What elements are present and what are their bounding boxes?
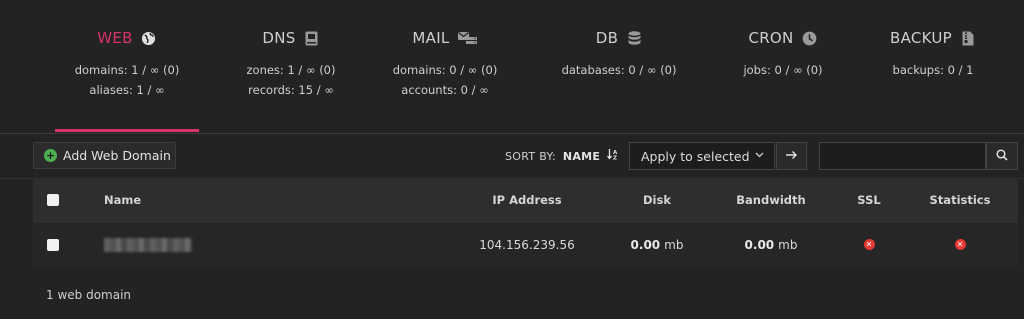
- tab-dns[interactable]: DNS zones: 1 / ∞ (0) records: 15 / ∞: [219, 0, 363, 134]
- search-icon: [996, 148, 1008, 164]
- svg-text:Z: Z: [613, 156, 617, 161]
- statistics-disabled-icon: ✕: [954, 239, 966, 250]
- row-bandwidth-value: 0.00: [744, 237, 775, 252]
- tab-cron-label: CRON: [748, 29, 794, 47]
- book-icon: [304, 30, 320, 46]
- active-tab-indicator: [55, 129, 199, 132]
- tab-backup-label: BACKUP: [889, 29, 953, 47]
- tab-db-databases: databases: 0 / ∞ (0): [561, 63, 677, 77]
- header-bandwidth: Bandwidth: [736, 193, 806, 207]
- arrow-right-icon: [785, 148, 798, 164]
- table-row[interactable]: 104.156.239.56 0.00 mb 0.00 mb ✕ ✕: [33, 222, 1018, 266]
- tab-dns-label: DNS: [262, 29, 296, 47]
- database-icon: [626, 30, 642, 46]
- sort-prefix: SORT BY:: [505, 150, 557, 163]
- select-all-checkbox[interactable]: [47, 194, 59, 206]
- table-header: Name IP Address Disk Bandwidth SSL Stati…: [33, 178, 1018, 222]
- row-disk-value: 0.00: [630, 237, 661, 252]
- sort-field: NAME: [562, 150, 601, 163]
- sort-control[interactable]: SORT BY: NAME AZ: [505, 149, 619, 163]
- domain-name-redacted[interactable]: [104, 237, 192, 252]
- row-bandwidth: 0.00 mb: [721, 223, 821, 266]
- tab-backup-backups: backups: 0 / 1: [892, 63, 974, 77]
- tab-web-aliases: aliases: 1 / ∞: [89, 83, 165, 97]
- tab-web[interactable]: WEB domains: 1 / ∞ (0) aliases: 1 / ∞: [55, 0, 199, 134]
- tab-mail-domains: domains: 0 / ∞ (0): [392, 63, 498, 77]
- clock-icon: [802, 30, 818, 46]
- row-checkbox[interactable]: [47, 238, 59, 251]
- row-ip: 104.156.239.56: [479, 237, 575, 252]
- apply-button[interactable]: [776, 142, 807, 170]
- globe-icon: [141, 30, 157, 46]
- web-domains-table: Name IP Address Disk Bandwidth SSL Stati…: [33, 178, 1018, 266]
- file-archive-icon: [960, 30, 976, 46]
- resource-tabs: WEB domains: 1 / ∞ (0) aliases: 1 / ∞ DN…: [0, 0, 1024, 134]
- tab-dns-records: records: 15 / ∞: [248, 83, 334, 97]
- tab-mail-label: MAIL: [412, 29, 450, 47]
- add-web-domain-button[interactable]: + Add Web Domain: [33, 142, 176, 169]
- header-disk: Disk: [643, 193, 671, 207]
- tab-db[interactable]: DB databases: 0 / ∞ (0): [547, 0, 691, 134]
- ssl-disabled-icon: ✕: [863, 239, 875, 250]
- header-statistics: Statistics: [929, 193, 991, 207]
- bulk-action-value: Apply to selected: [641, 148, 750, 164]
- tab-mail-accounts: accounts: 0 / ∞: [401, 83, 489, 97]
- header-ip: IP Address: [492, 193, 562, 207]
- tab-mail[interactable]: MAIL domains: 0 / ∞ (0) accounts: 0 / ∞: [373, 0, 517, 134]
- search-button[interactable]: [986, 142, 1018, 170]
- row-disk: 0.00 mb: [617, 223, 697, 266]
- tab-cron[interactable]: CRON jobs: 0 / ∞ (0): [711, 0, 855, 134]
- bulk-action-select[interactable]: Apply to selected: [629, 142, 775, 170]
- chevron-down-icon: [755, 150, 764, 162]
- search-input[interactable]: [819, 142, 986, 170]
- add-web-domain-label: Add Web Domain: [63, 148, 171, 163]
- header-name[interactable]: Name: [104, 178, 141, 222]
- row-disk-unit: mb: [664, 237, 684, 252]
- tab-web-domains: domains: 1 / ∞ (0): [74, 63, 180, 77]
- mail-server-icon: [457, 30, 478, 46]
- toolbar: + Add Web Domain SORT BY: NAME AZ Apply …: [0, 134, 1024, 178]
- sort-alpha-desc-icon: AZ: [606, 149, 619, 163]
- header-ssl: SSL: [857, 193, 881, 207]
- tab-dns-zones: zones: 1 / ∞ (0): [246, 63, 336, 77]
- domain-count: 1 web domain: [46, 288, 132, 302]
- plus-icon: +: [44, 149, 57, 162]
- tab-web-label: WEB: [97, 29, 133, 47]
- tab-db-label: DB: [595, 29, 619, 47]
- tab-cron-jobs: jobs: 0 / ∞ (0): [743, 63, 823, 77]
- tab-backup[interactable]: BACKUP backups: 0 / 1: [861, 0, 1005, 134]
- row-bandwidth-unit: mb: [778, 237, 798, 252]
